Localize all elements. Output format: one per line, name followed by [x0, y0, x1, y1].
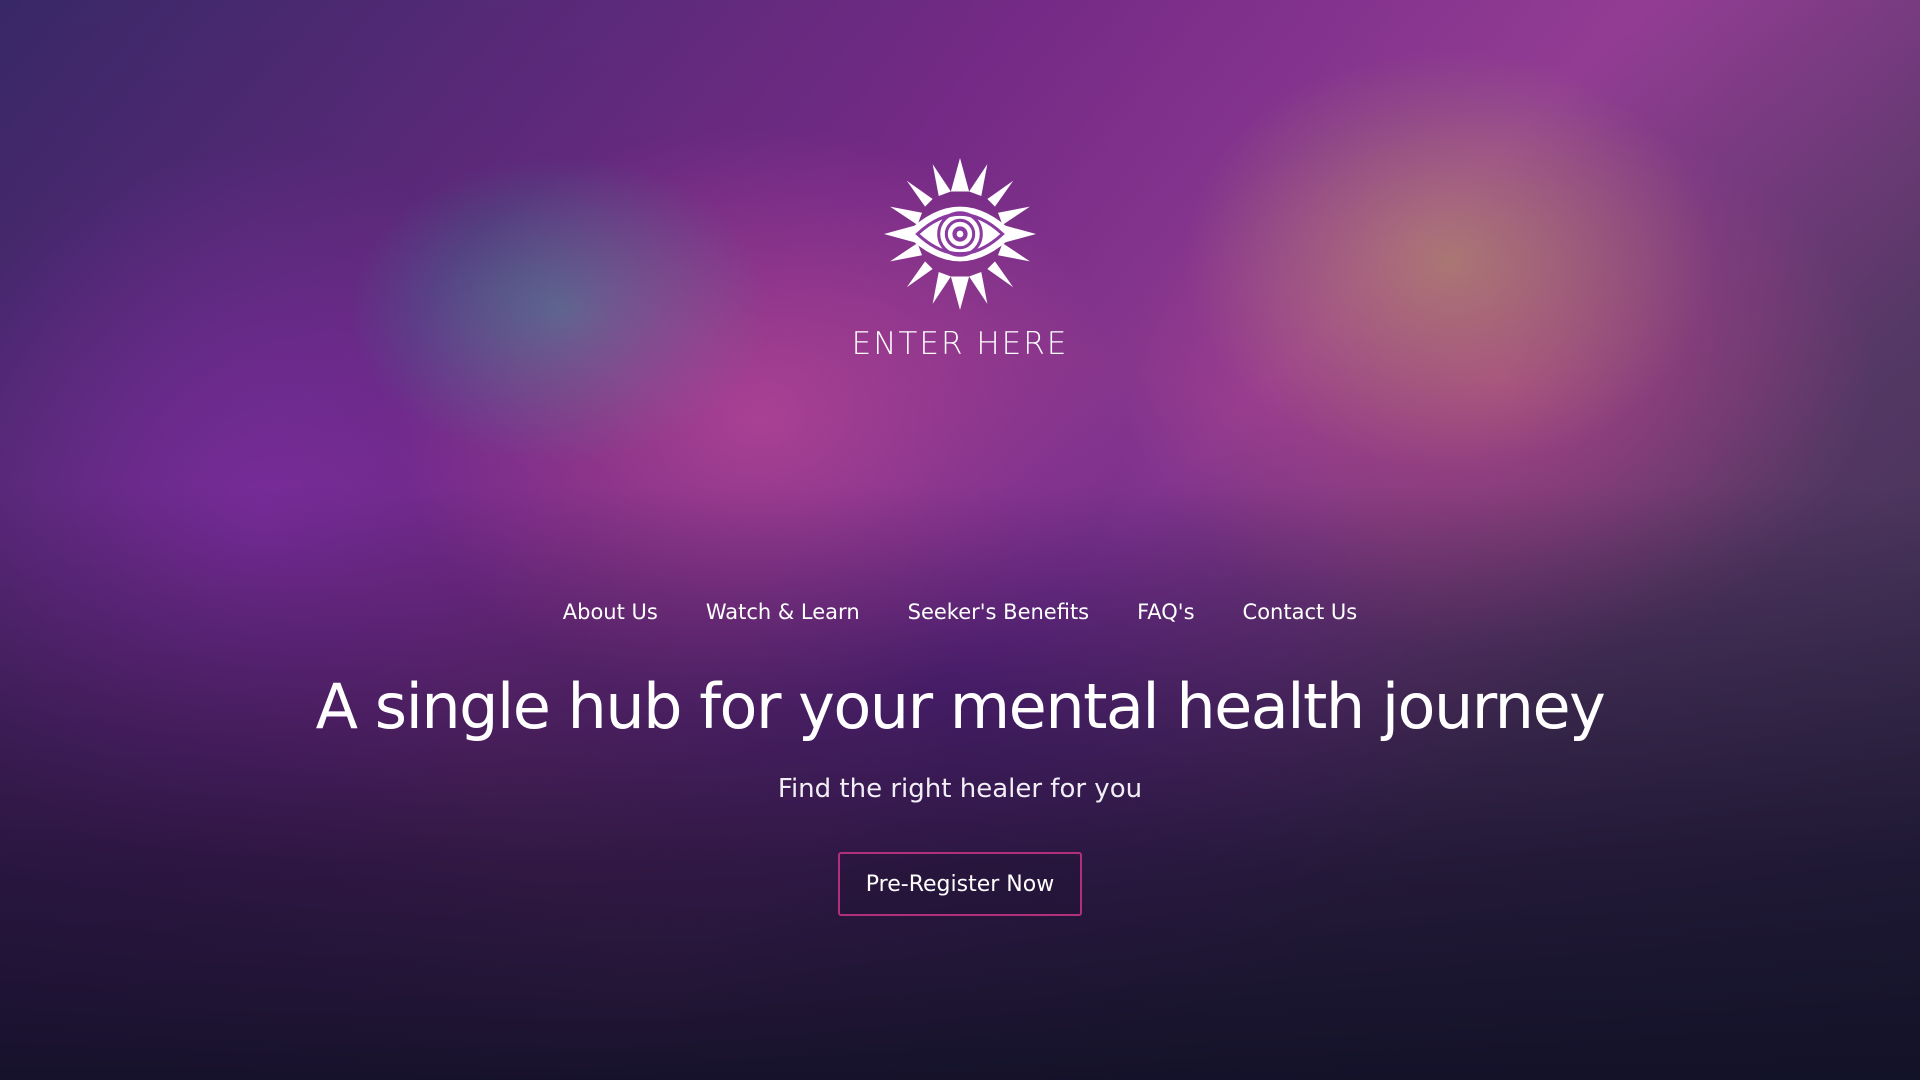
hero-subheadline: Find the right healer for you	[777, 774, 1143, 804]
brand-logo-text[interactable]: ENTER HERE	[0, 326, 1920, 362]
main-navigation: About Us Watch & Learn Seeker's Benefits…	[0, 600, 1920, 624]
nav-item-contact-us[interactable]: Contact Us	[1243, 600, 1358, 624]
pre-register-button[interactable]: Pre-Register Now	[838, 852, 1082, 916]
nav-item-faqs[interactable]: FAQ's	[1137, 600, 1194, 624]
hero-section: ENTER HERE About Us Watch & Learn Seeker…	[0, 0, 1920, 1080]
sun-eye-logo-icon[interactable]	[884, 158, 1036, 310]
nav-item-about-us[interactable]: About Us	[563, 600, 658, 624]
nav-item-seekers-benefits[interactable]: Seeker's Benefits	[908, 600, 1089, 624]
nav-item-watch-learn[interactable]: Watch & Learn	[706, 600, 860, 624]
hero-headline: A single hub for your mental health jour…	[315, 670, 1606, 743]
